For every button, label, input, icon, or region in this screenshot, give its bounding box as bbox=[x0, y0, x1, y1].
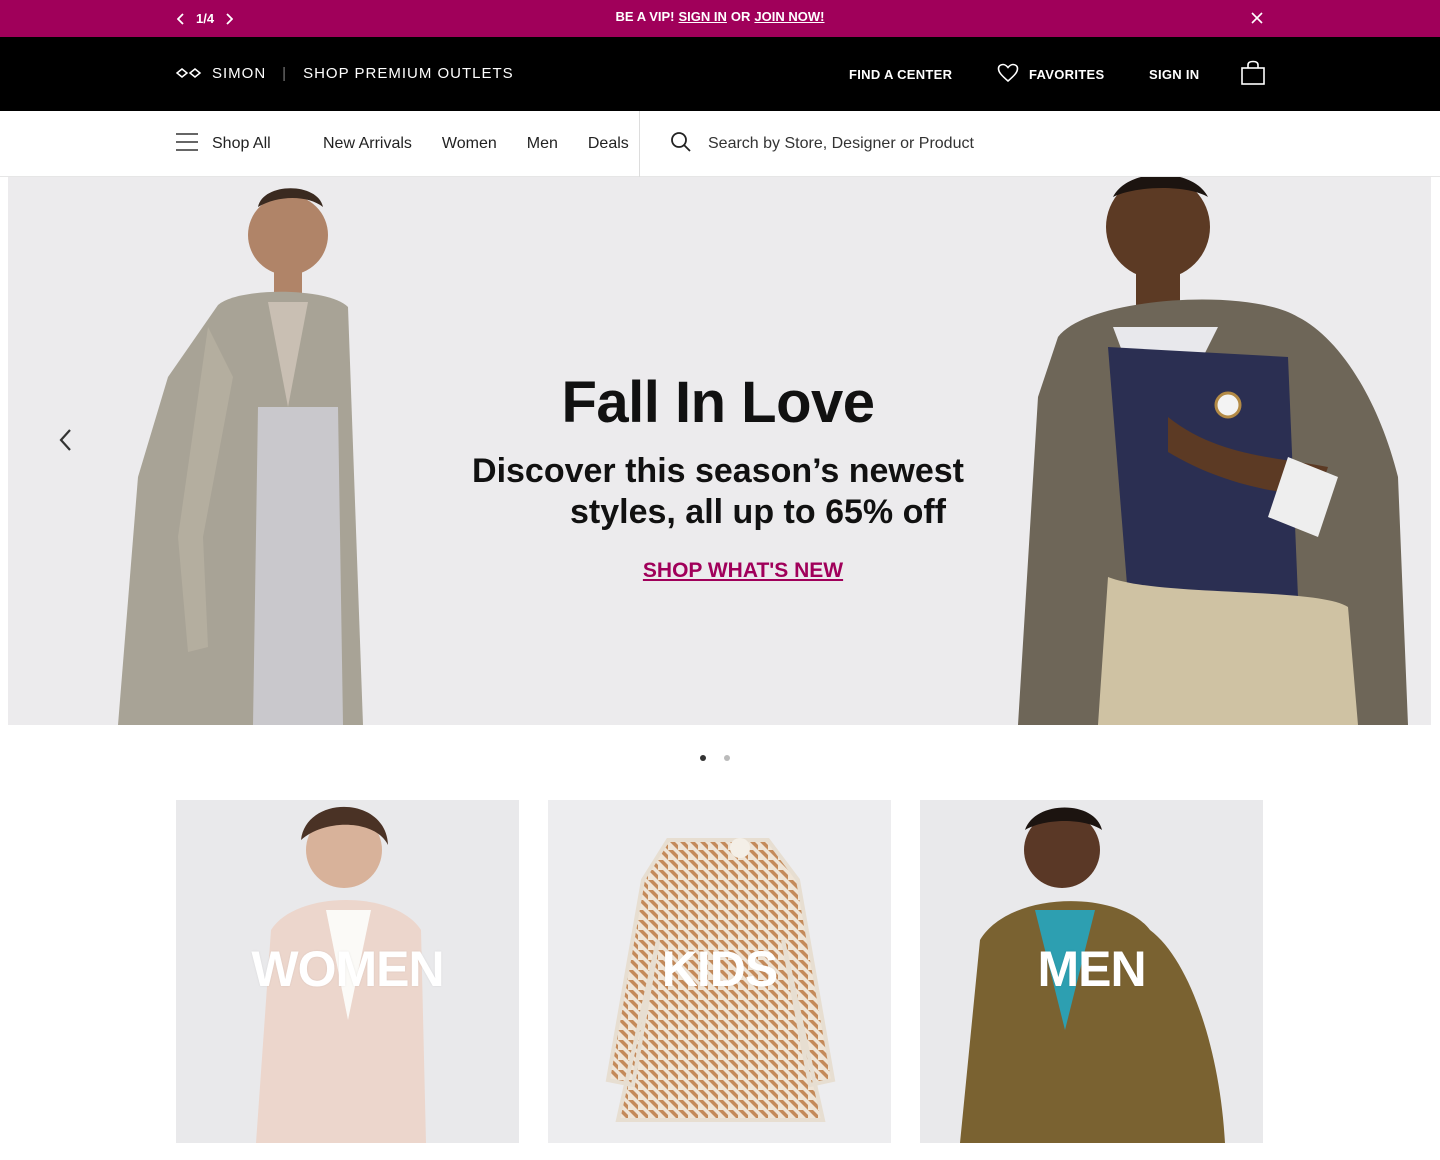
search-icon[interactable] bbox=[670, 131, 692, 158]
hero-subtitle-line1: Discover this season’s newest bbox=[472, 452, 964, 490]
shop-all-label: Shop All bbox=[212, 135, 271, 152]
nav-divider bbox=[639, 111, 640, 177]
favorites-item: FAVORITES bbox=[997, 63, 1104, 86]
hero-content: Fall In Love Discover this season’s newe… bbox=[408, 367, 1028, 583]
promo-sign-in-link[interactable]: SIGN IN bbox=[679, 9, 727, 24]
main-nav: Shop All New Arrivals Women Men Deals bbox=[0, 111, 1440, 177]
hero-title: Fall In Love bbox=[561, 370, 875, 435]
carousel-dot-1[interactable] bbox=[700, 755, 706, 761]
promo-message: BE A VIP! SIGN IN OR JOIN NOW! bbox=[0, 0, 1440, 33]
hero-man-image bbox=[1018, 177, 1408, 725]
carousel-dots bbox=[700, 755, 730, 761]
nav-link-men[interactable]: Men bbox=[527, 135, 558, 153]
category-tile-men[interactable]: MEN bbox=[920, 800, 1263, 1143]
hero-banner[interactable]: Fall In Love Discover this season’s newe… bbox=[8, 177, 1431, 725]
brand-name: SIMON bbox=[212, 65, 267, 82]
nav-link-women[interactable]: Women bbox=[442, 135, 497, 153]
chevron-left-icon[interactable] bbox=[56, 427, 80, 455]
find-center-link[interactable]: FIND A CENTER bbox=[849, 37, 952, 111]
search-input[interactable] bbox=[708, 135, 1308, 153]
shopping-bag-icon bbox=[1240, 60, 1266, 89]
category-label-men: MEN bbox=[1037, 941, 1146, 997]
category-tile-women[interactable]: WOMEN bbox=[176, 800, 519, 1143]
nav-link-deals[interactable]: Deals bbox=[588, 135, 629, 153]
favorites-link[interactable]: FAVORITES bbox=[997, 37, 1104, 111]
find-center-label: FIND A CENTER bbox=[849, 66, 953, 82]
shop-whats-new-link[interactable]: SHOP WHAT'S NEW bbox=[643, 559, 843, 583]
carousel-dot-2[interactable] bbox=[724, 755, 730, 761]
logo-divider: | bbox=[282, 65, 288, 82]
promo-prefix: BE A VIP! bbox=[615, 9, 675, 24]
search-bar bbox=[670, 111, 1308, 177]
category-label-women: WOMEN bbox=[251, 941, 444, 997]
category-tile-kids[interactable]: KIDS bbox=[548, 800, 891, 1143]
favorites-label: FAVORITES bbox=[1029, 66, 1105, 82]
top-header: SIMON | SHOP PREMIUM OUTLETS FIND A CENT… bbox=[0, 37, 1440, 111]
category-label-kids: KIDS bbox=[661, 941, 778, 997]
site-logo[interactable]: SIMON | SHOP PREMIUM OUTLETS bbox=[175, 65, 514, 82]
simon-logo-icon bbox=[175, 65, 202, 82]
nav-links: New Arrivals Women Men Deals bbox=[323, 111, 629, 177]
sign-in-label: SIGN IN bbox=[1149, 66, 1200, 82]
heart-icon bbox=[997, 63, 1019, 86]
nav-link-new-arrivals[interactable]: New Arrivals bbox=[323, 135, 412, 153]
sign-in-link[interactable]: SIGN IN bbox=[1149, 37, 1200, 111]
promo-join-link[interactable]: JOIN NOW! bbox=[754, 9, 824, 24]
hero-woman-image bbox=[118, 188, 363, 725]
hero-subtitle-line2: styles, all up to 65% off bbox=[570, 493, 946, 531]
promo-or: OR bbox=[730, 9, 751, 24]
promo-bar: 1/4 BE A VIP! SIGN IN OR JOIN NOW! bbox=[0, 0, 1440, 37]
close-icon[interactable] bbox=[1249, 10, 1265, 26]
shop-all-menu[interactable]: Shop All bbox=[176, 111, 271, 177]
shopping-bag-button[interactable] bbox=[1240, 37, 1266, 111]
hamburger-menu-icon bbox=[176, 132, 198, 157]
brand-tagline: SHOP PREMIUM OUTLETS bbox=[303, 65, 514, 82]
hero-subtitle: Discover this season’s newest styles, al… bbox=[408, 451, 1028, 533]
